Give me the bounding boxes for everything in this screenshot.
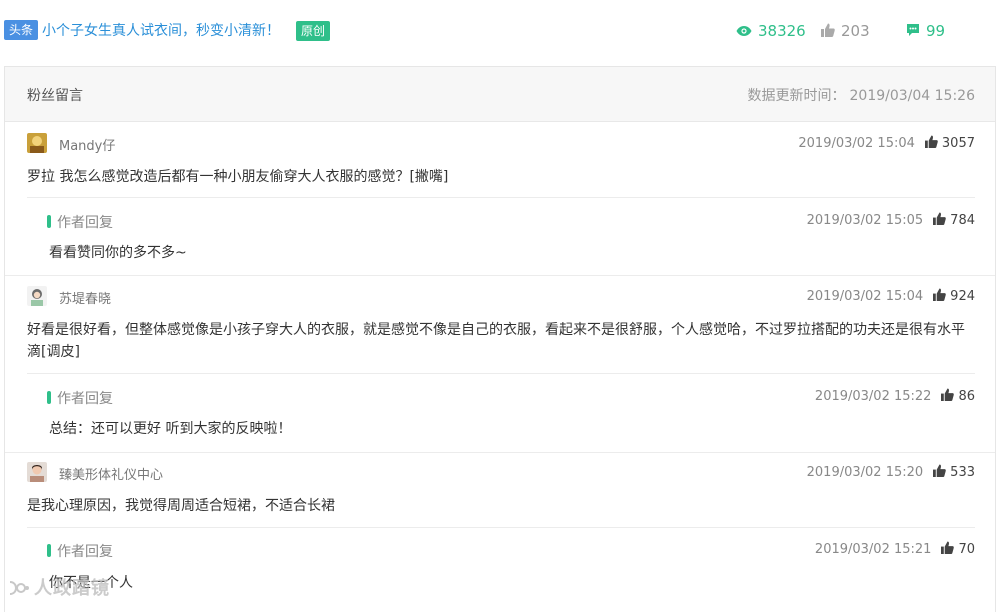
likes-count: 203 — [841, 22, 870, 40]
like-count: 3057 — [941, 136, 975, 151]
username[interactable]: 苏堤春晓 — [59, 288, 111, 307]
like-count: 70 — [958, 542, 975, 557]
author-reply-label: 作者回复 — [47, 212, 113, 232]
comment-time: 2019/03/02 15:20 — [806, 465, 924, 480]
thumbs-up-icon[interactable] — [933, 464, 946, 481]
like-count: 924 — [950, 289, 975, 304]
update-timestamp: 2019/03/04 15:26 — [849, 88, 976, 104]
article-title-link[interactable]: 小个子女生真人试衣间，秒变小清新！ — [42, 20, 280, 42]
comment-meta: 2019/03/02 15:04 3057 — [798, 135, 975, 152]
reply-header: 作者回复 2019/03/02 15:22 86 — [5, 386, 995, 408]
comment-text: 罗拉 我怎么感觉改造后都有一种小朋友偷穿大人衣服的感觉？[撇嘴] — [27, 169, 449, 185]
article-header: 头条 小个子女生真人试衣间，秒变小清新！ 原创 38326 203 99 — [0, 0, 996, 66]
comments-count: 99 — [926, 22, 946, 40]
panel-title: 粉丝留言 — [27, 88, 83, 104]
avatar[interactable] — [27, 462, 47, 482]
divider — [27, 527, 975, 528]
comment-header: 臻美形体礼仪中心 2019/03/02 15:20 533 — [5, 462, 995, 484]
divider — [27, 373, 975, 374]
thumbs-up-icon[interactable] — [941, 388, 955, 405]
reply-header: 作者回复 2019/03/02 15:21 70 — [5, 539, 995, 561]
fan-comments-panel: 粉丝留言 数据更新时间： 2019/03/04 15:26 Mandy仔 2019… — [4, 66, 996, 612]
divider — [5, 452, 995, 453]
divider — [27, 197, 975, 198]
comment-header: Mandy仔 2019/03/02 15:04 3057 — [5, 133, 995, 155]
comment-text: 是我心理原因，我觉得周周适合短裙，不适合长裙 — [27, 498, 335, 514]
reply-marker — [47, 215, 51, 228]
reply-time: 2019/03/02 15:21 — [814, 542, 932, 557]
views-stat: 38326 — [736, 20, 806, 42]
like-count: 533 — [950, 465, 975, 480]
thumbs-up-icon[interactable] — [941, 541, 955, 558]
comment-header: 苏堤春晓 2019/03/02 15:04 924 — [5, 286, 995, 308]
reply-meta: 2019/03/02 15:22 86 — [815, 388, 975, 405]
reply-marker — [47, 544, 51, 557]
views-count: 38326 — [758, 22, 806, 40]
reply-marker — [47, 391, 51, 404]
panel-header: 粉丝留言 数据更新时间： 2019/03/04 15:26 — [5, 67, 995, 122]
username[interactable]: Mandy仔 — [59, 135, 115, 154]
avatar[interactable] — [27, 286, 47, 306]
author-reply-label: 作者回复 — [47, 388, 113, 408]
update-label: 数据更新时间： — [747, 88, 846, 104]
comment-time: 2019/03/02 15:04 — [806, 289, 924, 304]
original-badge: 原创 — [296, 21, 331, 41]
watermark: 人政踏镜 — [8, 574, 110, 600]
like-count: 86 — [958, 389, 975, 404]
like-count: 784 — [950, 213, 975, 228]
comment-text: 好看是很好看，但整体感觉像是小孩子穿大人的衣服，就是感觉不像是自己的衣服，看起来… — [27, 322, 965, 360]
reply-text: 看看赞同你的多不多~ — [49, 245, 187, 261]
comment-icon — [906, 21, 920, 43]
username[interactable]: 臻美形体礼仪中心 — [59, 464, 163, 483]
eye-icon — [736, 21, 752, 43]
update-time: 数据更新时间： 2019/03/04 15:26 — [744, 85, 976, 105]
likes-stat: 203 — [821, 20, 870, 42]
author-reply-label: 作者回复 — [47, 541, 113, 561]
divider — [5, 275, 995, 276]
comments-stat: 99 — [906, 20, 945, 42]
thumbs-up-icon[interactable] — [933, 288, 946, 305]
thumbs-up-icon — [821, 21, 835, 43]
reply-header: 作者回复 2019/03/02 15:05 784 — [5, 210, 995, 232]
reply-time: 2019/03/02 15:05 — [806, 213, 924, 228]
avatar[interactable] — [27, 133, 47, 153]
comment-meta: 2019/03/02 15:20 533 — [807, 464, 975, 481]
source-badge: 头条 — [4, 20, 39, 40]
reply-meta: 2019/03/02 15:05 784 — [807, 212, 975, 229]
thumbs-up-icon[interactable] — [924, 135, 938, 152]
thumbs-up-icon[interactable] — [933, 212, 946, 229]
comment-time: 2019/03/02 15:04 — [798, 136, 915, 151]
reply-meta: 2019/03/02 15:21 70 — [815, 541, 975, 558]
reply-text: 总结：还可以更好 听到大家的反映啦！ — [49, 421, 292, 437]
reply-time: 2019/03/02 15:22 — [814, 389, 932, 404]
comment-meta: 2019/03/02 15:04 924 — [807, 288, 975, 305]
